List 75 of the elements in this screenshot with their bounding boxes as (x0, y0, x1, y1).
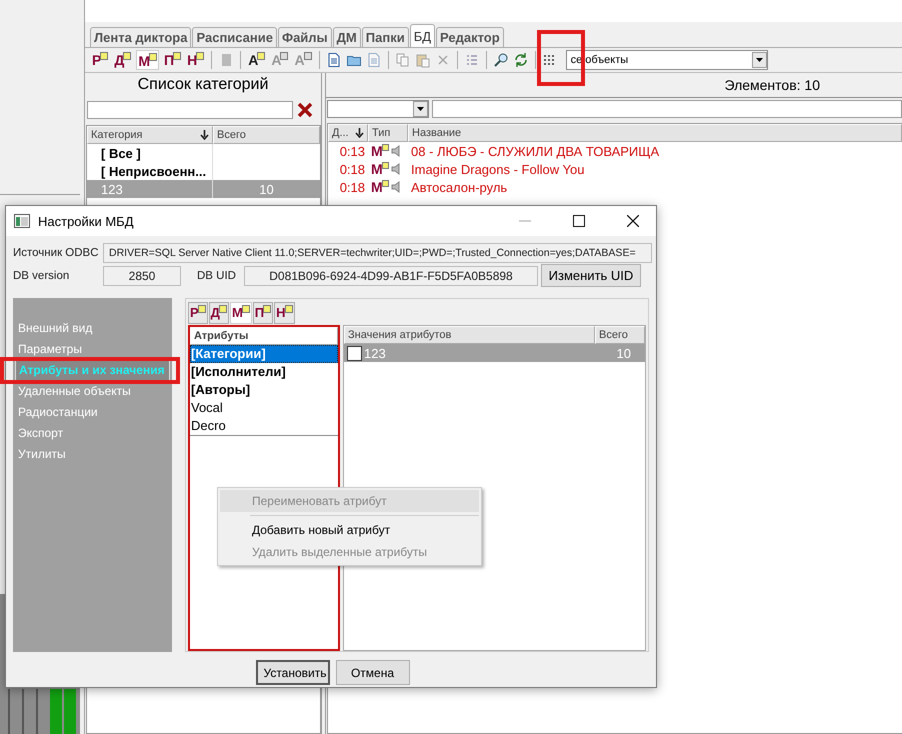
maximize-icon[interactable] (573, 215, 585, 227)
attribute-item[interactable]: Vocal (190, 399, 338, 417)
category-total: 10 (259, 182, 274, 196)
search-field[interactable] (87, 101, 293, 119)
category-name: 123 (101, 182, 123, 196)
close-icon[interactable] (627, 215, 639, 227)
db-version-field[interactable]: 2850 (103, 266, 181, 286)
type-tab[interactable]: Р (188, 302, 208, 324)
menu-item[interactable]: Добавить новый атрибут (220, 519, 479, 541)
panel-title: Список категорий (136, 75, 270, 95)
search-icon[interactable] (492, 52, 509, 68)
speaker-icon (391, 163, 401, 175)
column-header[interactable]: Атрибуты (190, 327, 338, 345)
value-total: 10 (616, 346, 631, 360)
field-label: DB UID (197, 270, 236, 282)
track-title: 08 - ЛЮБЭ - СЛУЖИЛИ ДВА ТОВАРИЩА (411, 144, 660, 158)
column-header[interactable]: Категория (87, 126, 213, 144)
column-header[interactable]: Всего (595, 326, 645, 344)
type-filter-button[interactable]: М (136, 50, 159, 70)
sort-arrow-icon (200, 130, 209, 140)
type-filter-button[interactable]: П (163, 50, 182, 70)
type-tab[interactable]: Н (274, 302, 295, 324)
media-type-label: М (371, 179, 389, 195)
field-label: Источник ODBC (13, 246, 100, 258)
column-header[interactable]: Тип (368, 124, 408, 142)
attribute-item[interactable]: Decro (190, 417, 338, 435)
category-name: [ Неприсвоенн... (101, 164, 206, 178)
field-label: DB version (13, 270, 70, 282)
checkbox[interactable] (347, 346, 362, 360)
column-header[interactable]: Название (408, 124, 902, 142)
column-header[interactable]: Значения атрибутов (344, 326, 595, 344)
type-filter-button[interactable]: Н (186, 50, 206, 70)
element-count: Элементов: 10 (724, 77, 820, 93)
tab[interactable]: Файлы (278, 27, 332, 47)
duration: 0:18 (340, 162, 365, 176)
tab[interactable]: Расписание (192, 27, 277, 47)
attribute-item[interactable]: [Исполнители] (190, 363, 338, 381)
type-tab[interactable]: Д (208, 302, 229, 324)
attribute-item[interactable]: [Категории] (190, 345, 338, 363)
tab[interactable]: ДМ (332, 27, 361, 47)
speaker-icon (391, 181, 401, 193)
font-button[interactable]: A (247, 50, 266, 70)
track-title: Imagine Dragons - Follow You (411, 162, 584, 176)
window-icon (14, 214, 30, 228)
type-tab[interactable]: М (230, 302, 252, 324)
tab[interactable]: Папки (362, 27, 409, 47)
dialog-button[interactable]: Отмена (336, 660, 410, 685)
media-type-label: М (371, 143, 389, 159)
dialog-button[interactable]: Установить (256, 660, 330, 685)
window-title: Настройки МБД (38, 214, 134, 228)
media-type-label: М (371, 161, 389, 177)
filter-field[interactable] (432, 100, 902, 118)
sort-arrow-icon (355, 128, 364, 138)
attribute-value: 123 (364, 346, 386, 360)
column-header[interactable]: Всего (213, 126, 320, 144)
type-tab[interactable]: П (252, 302, 274, 324)
odbc-source-field[interactable]: DRIVER=SQL Server Native Client 11.0;SERVER=techwriter;UID=;PWD=;Trusted_Connection=yes;DATABASE= (103, 242, 652, 262)
clear-icon[interactable] (295, 101, 315, 119)
tab[interactable]: Редактор (436, 27, 504, 47)
column-header[interactable]: Д... (328, 124, 368, 142)
highlight-frame (537, 30, 585, 86)
duration: 0:13 (340, 144, 365, 158)
attribute-item[interactable]: [Авторы] (190, 381, 338, 399)
refresh-icon[interactable] (512, 52, 529, 68)
table-row[interactable]: [ Все ] (87, 144, 320, 162)
category-name: [ Все ] (101, 146, 141, 160)
tab[interactable]: БД (410, 24, 436, 47)
track-title: Автосалон-руль (411, 180, 508, 194)
db-uid-field[interactable]: D081B096-6924-4D99-AB1F-F5D5FA0B5898 (244, 266, 538, 286)
tab[interactable]: Лента диктора (90, 27, 192, 47)
document-icon[interactable] (326, 52, 342, 68)
type-filter-button[interactable]: Д (113, 50, 132, 70)
duration: 0:18 (340, 180, 365, 194)
speaker-icon (391, 145, 401, 157)
change-uid-button[interactable]: Изменить UID (540, 264, 641, 287)
